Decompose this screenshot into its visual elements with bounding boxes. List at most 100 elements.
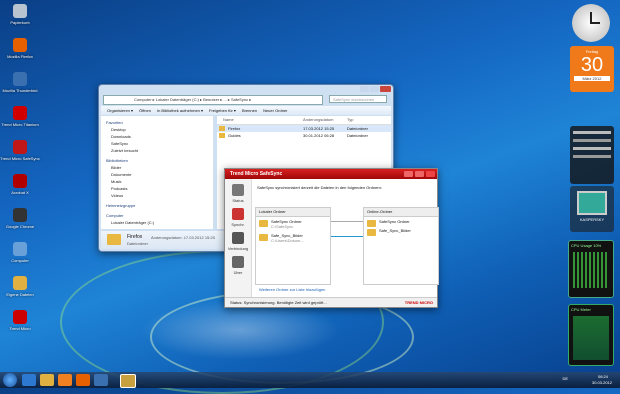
nav-group-header[interactable]: Computer bbox=[101, 212, 213, 219]
sidebar-icon bbox=[232, 184, 244, 196]
maximize-button[interactable] bbox=[370, 86, 379, 92]
status-bar: Status: Synchronisierung. Benötigte Zeit… bbox=[225, 297, 437, 307]
desktop-icon[interactable]: Trend Micro bbox=[0, 310, 40, 331]
clock-date[interactable]: 30.03.2012 bbox=[592, 380, 612, 385]
desktop-icon[interactable]: Computer bbox=[0, 242, 40, 263]
trend-logo: TREND MICRO bbox=[404, 300, 433, 305]
sidebar-label: Status bbox=[232, 198, 244, 203]
calendar-day: 30 bbox=[580, 54, 604, 76]
help-button[interactable] bbox=[404, 171, 413, 177]
kaspersky-label: KASPERSKY bbox=[579, 217, 605, 222]
news-line bbox=[573, 147, 611, 150]
desktop-icon-label: Eigene Dateien bbox=[6, 292, 34, 297]
row-type: Dateiordner bbox=[347, 126, 368, 131]
table-row[interactable]: Guides 30.01.2012 06:28 Dateiordner bbox=[217, 132, 391, 139]
folder-item[interactable]: SafeSync Ordner C:\SafeSync bbox=[256, 217, 330, 231]
taskbar-ie[interactable] bbox=[22, 374, 36, 386]
ram-gadget[interactable]: CPU Meter bbox=[568, 304, 614, 366]
nav-group-header[interactable]: Heimnetzgruppe bbox=[101, 202, 213, 209]
taskbar-safesync[interactable] bbox=[120, 374, 136, 388]
close-button[interactable] bbox=[380, 86, 391, 92]
toolbar-button[interactable]: Öffnen bbox=[139, 108, 151, 113]
taskbar-thunderbird[interactable] bbox=[94, 374, 108, 386]
nav-item[interactable]: Downloads bbox=[101, 133, 213, 140]
nav-item[interactable]: Musik bbox=[101, 178, 213, 185]
column-type[interactable]: Typ bbox=[347, 116, 353, 124]
folder-item[interactable]: Safe_Sync_Bilder bbox=[364, 226, 438, 236]
start-button[interactable] bbox=[3, 373, 17, 387]
sidebar-icon bbox=[232, 208, 244, 220]
toolbar-button[interactable]: Brennen bbox=[242, 108, 257, 113]
toolbar-button[interactable]: Organisieren ▾ bbox=[107, 108, 133, 113]
taskbar-explorer[interactable] bbox=[40, 374, 54, 386]
app-icon bbox=[13, 242, 27, 256]
sidebar-icon bbox=[232, 232, 244, 244]
column-date[interactable]: Änderungsdatum bbox=[303, 116, 333, 124]
clock-hand bbox=[590, 22, 600, 24]
toolbar-button[interactable]: Freigeben für ▾ bbox=[209, 108, 236, 113]
add-folder-link[interactable]: Weiteren Ordner zur Liste hinzufügen bbox=[259, 287, 325, 292]
desktop-icon-label: Trend Micro Titanium bbox=[1, 122, 39, 127]
nav-item[interactable]: Podcasts bbox=[101, 185, 213, 192]
nav-item[interactable]: SafeSync bbox=[101, 140, 213, 147]
app-icon bbox=[13, 38, 27, 52]
desktop-icon-label: Mozilla Firefox bbox=[7, 54, 33, 59]
nav-item[interactable]: Bilder bbox=[101, 164, 213, 171]
app-icon bbox=[13, 106, 27, 120]
news-gadget[interactable] bbox=[570, 126, 614, 184]
desktop-icon-label: Acrobat X bbox=[11, 190, 29, 195]
desktop-icon-label: Google Chrome bbox=[5, 224, 35, 229]
nav-group-header[interactable]: Bibliotheken bbox=[101, 157, 213, 164]
sidebar-label: Verbindung bbox=[227, 246, 249, 251]
calendar-gadget[interactable]: Freitag 30 März 2012 bbox=[570, 46, 614, 92]
folder-item[interactable]: SafeSync Ordner bbox=[364, 217, 438, 227]
table-row[interactable]: Firefox 17.03.2012 15:25 Dateiordner bbox=[217, 125, 391, 132]
sidebar-item[interactable]: Verbindung bbox=[225, 232, 251, 251]
nav-group-header[interactable]: Favoriten bbox=[101, 119, 213, 126]
details-name: Firefox bbox=[127, 234, 143, 240]
desktop-icon[interactable]: Acrobat X bbox=[0, 174, 40, 195]
close-button[interactable] bbox=[426, 171, 435, 177]
clock-gadget[interactable] bbox=[572, 4, 610, 42]
desktop-icon[interactable]: Trend Micro SafeSync bbox=[0, 140, 40, 161]
nav-item[interactable]: Videos bbox=[101, 192, 213, 199]
language-indicator[interactable]: DE bbox=[562, 376, 568, 381]
explorer-toolbar: Organisieren ▾ Öffnen In Bibliothek aufneh… bbox=[101, 106, 391, 115]
nav-item[interactable]: Lokaler Datenträger (C:) bbox=[101, 219, 213, 226]
address-bar[interactable]: Computer ▸ Lokaler Datenträger (C:) ▸ Be… bbox=[103, 95, 323, 105]
desktop-icon-label: Computer bbox=[11, 258, 29, 263]
minimize-button[interactable] bbox=[415, 171, 424, 177]
desktop-icon[interactable]: Trend Micro Titanium bbox=[0, 106, 40, 127]
sync-connector bbox=[331, 236, 363, 237]
cpu-gadget[interactable]: CPU Usage 10% bbox=[568, 240, 614, 298]
taskbar-firefox[interactable] bbox=[76, 374, 90, 386]
sidebar-item[interactable]: Status bbox=[225, 184, 251, 203]
desktop-icon[interactable]: Google Chrome bbox=[0, 208, 40, 229]
wallpaper-glow bbox=[140, 300, 340, 360]
taskbar-media[interactable] bbox=[58, 374, 72, 386]
taskbar: DE 06:24 30.03.2012 bbox=[0, 372, 620, 388]
search-input[interactable]: SafeSync durchsuchen bbox=[329, 95, 387, 103]
toolbar-button[interactable]: Neuer Ordner bbox=[263, 108, 287, 113]
sidebar-icon bbox=[232, 256, 244, 268]
sidebar-item[interactable]: Über bbox=[225, 256, 251, 275]
sidebar-item[interactable]: Synchr. bbox=[225, 208, 251, 227]
folder-item[interactable]: Safe_Sync_Bilder C:\Users\Dokum... bbox=[256, 231, 330, 245]
clock-time[interactable]: 06:24 bbox=[598, 374, 608, 379]
desktop-icon[interactable]: Mozilla Thunderbird bbox=[0, 72, 40, 93]
nav-item[interactable]: Desktop bbox=[101, 126, 213, 133]
details-kind: Dateiordner bbox=[127, 241, 148, 246]
minimize-button[interactable] bbox=[360, 86, 369, 92]
folder-path: C:\SafeSync bbox=[271, 224, 294, 229]
kaspersky-gadget[interactable]: KASPERSKY bbox=[570, 186, 614, 232]
desktop-icon-label: Trend Micro bbox=[9, 326, 31, 331]
nav-item[interactable]: Dokumente bbox=[101, 171, 213, 178]
toolbar-button[interactable]: In Bibliothek aufnehmen ▾ bbox=[157, 108, 203, 113]
desktop-icon[interactable]: Mozilla Firefox bbox=[0, 38, 40, 59]
navigation-pane[interactable]: Favoriten Desktop Downloads SafeSync Zuletzt… bbox=[101, 116, 213, 229]
desktop-icon[interactable]: Papierkorb bbox=[0, 4, 40, 25]
safesync-window[interactable]: Trend Micro SafeSync Status Synchr. Verbin… bbox=[224, 168, 439, 308]
desktop-icon[interactable]: Eigene Dateien bbox=[0, 276, 40, 297]
column-name[interactable]: Name bbox=[223, 116, 234, 124]
nav-item[interactable]: Zuletzt besucht bbox=[101, 147, 213, 154]
